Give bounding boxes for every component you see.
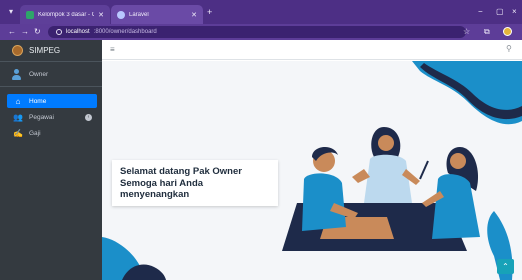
user-avatar-icon (12, 69, 21, 80)
url-host: localhost (66, 29, 90, 35)
welcome-line-1: Selamat datang Pak Owner (120, 166, 242, 177)
bookmark-star-icon[interactable]: ☆ (463, 27, 470, 37)
close-tab-icon[interactable]: ✕ (191, 11, 197, 19)
google-drive-icon (26, 10, 34, 19)
close-tab-icon[interactable]: ✕ (98, 11, 104, 19)
extensions-icon[interactable]: ⧉ (484, 27, 490, 37)
app-navbar (102, 40, 522, 60)
users-icon: 👥 (13, 112, 23, 122)
browser-tab-laravel[interactable]: Laravel ✕ (111, 5, 203, 24)
sidebar-item-pegawai[interactable]: 👥 Pegawai ‹ (7, 110, 97, 124)
browser-window: ▾ Kelompok 3 dasar - Google Dri ✕ Larave… (0, 0, 522, 280)
maximize-icon[interactable]: ▢ (496, 7, 504, 17)
hamburger-menu-icon[interactable]: ≡ (110, 45, 115, 54)
sidebar-item-home[interactable]: ⌂ Home (7, 94, 97, 108)
back-icon[interactable]: ← (8, 27, 16, 37)
sidebar-item-label: Home (29, 97, 47, 105)
sidebar-item-label: Gaji (29, 129, 41, 137)
minimize-icon[interactable]: − (478, 7, 483, 17)
browser-tab-drive[interactable]: Kelompok 3 dasar - Google Dri ✕ (20, 5, 110, 24)
user-name: Owner (29, 71, 49, 78)
brand-text: SIMPEG (29, 46, 61, 55)
reload-icon[interactable]: ↻ (34, 27, 41, 37)
site-info-icon[interactable] (56, 29, 62, 35)
salary-icon: ✍ (13, 128, 23, 138)
user-menu-icon[interactable]: ⚲ (506, 44, 512, 53)
new-tab-button[interactable]: + (207, 8, 212, 17)
user-panel[interactable]: Owner (0, 63, 102, 87)
back-to-top-button[interactable]: ⌃ (497, 259, 514, 274)
brand-logo-icon (12, 45, 23, 56)
welcome-line-3: menyenangkan (120, 189, 190, 200)
profile-avatar[interactable] (503, 27, 512, 36)
laravel-icon (117, 10, 125, 19)
tab-search-icon[interactable]: ▾ (6, 7, 16, 17)
address-bar[interactable]: localhost:8000/owner/dashboard (48, 26, 466, 38)
expand-chevron-icon[interactable]: ‹ (85, 113, 92, 121)
home-icon: ⌂ (15, 96, 21, 106)
close-window-icon[interactable]: × (512, 7, 517, 17)
forward-icon[interactable]: → (21, 27, 29, 37)
url-path: :8000/owner/dashboard (93, 29, 157, 35)
sidebar-item-gaji[interactable]: ✍ Gaji (7, 126, 97, 140)
welcome-card: Selamat datang Pak Owner Semoga hari And… (112, 160, 278, 206)
tab-title: Kelompok 3 dasar - Google Dri (38, 11, 95, 18)
tab-title: Laravel (129, 11, 149, 18)
brand-link[interactable]: SIMPEG (0, 40, 102, 62)
welcome-line-2: Semoga hari Anda (120, 177, 204, 189)
sidebar-item-label: Pegawai (29, 113, 54, 121)
